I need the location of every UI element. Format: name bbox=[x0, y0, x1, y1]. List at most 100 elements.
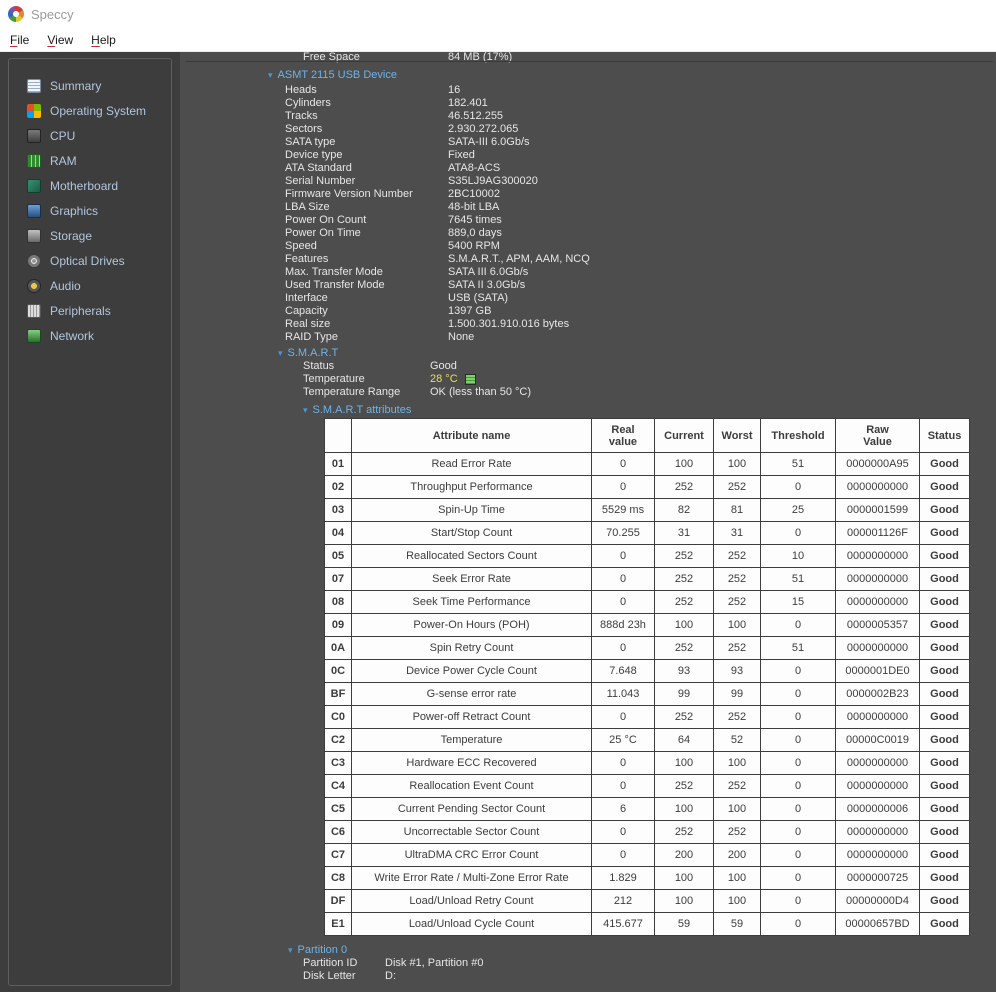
sidebar-item-storage[interactable]: Storage bbox=[9, 223, 171, 248]
cell-threshold: 51 bbox=[760, 452, 836, 476]
sidebar-item-optical-drives[interactable]: Optical Drives bbox=[9, 248, 171, 273]
cell-raw: 0000000000 bbox=[835, 636, 920, 660]
cell-threshold: 0 bbox=[760, 843, 836, 867]
cell-threshold: 0 bbox=[760, 475, 836, 499]
cell-threshold: 0 bbox=[760, 705, 836, 729]
menu-view[interactable]: View bbox=[38, 33, 82, 47]
scroll-cut-line bbox=[186, 61, 993, 62]
smart-table-header-row: Attribute name Real value Current Worst … bbox=[324, 418, 970, 453]
cell-threshold: 51 bbox=[760, 636, 836, 660]
info-row-temperature: Temperature 28 °C bbox=[303, 373, 996, 386]
smart-attribute-row-BF: BF G-sense error rate 11.043 99 99 0 0000002B2… bbox=[324, 682, 970, 706]
info-row-speed: Speed 5400 RPM bbox=[285, 240, 996, 253]
sidebar-item-network[interactable]: Network bbox=[9, 323, 171, 348]
cell-current: 100 bbox=[654, 452, 714, 476]
menu-help[interactable]: Help bbox=[82, 33, 125, 47]
cell-name: Power-off Retract Count bbox=[351, 705, 592, 729]
info-value: SATA II 3.0Gb/s bbox=[448, 279, 526, 291]
cell-real: 0 bbox=[591, 544, 655, 568]
cell-current: 100 bbox=[654, 613, 714, 637]
info-value: 2.930.272.065 bbox=[448, 123, 519, 135]
sidebar-item-audio[interactable]: Audio bbox=[9, 273, 171, 298]
cell-status: Good bbox=[919, 751, 970, 775]
info-row-disk-letter: Disk Letter D: bbox=[303, 970, 996, 983]
smart-attribute-row-C5: C5 Current Pending Sector Count 6 100 100 0 00… bbox=[324, 797, 970, 821]
cell-status: Good bbox=[919, 452, 970, 476]
info-row-device-type: Device type Fixed bbox=[285, 149, 996, 162]
cell-real: 0 bbox=[591, 590, 655, 614]
cell-current: 252 bbox=[654, 774, 714, 798]
info-value: Fixed bbox=[448, 149, 475, 161]
info-row-power-on-time: Power On Time 889,0 days bbox=[285, 227, 996, 240]
info-label: Temperature Range bbox=[303, 386, 401, 398]
main-area: Summary Operating System CPU RAM Motherboard… bbox=[0, 52, 996, 992]
info-label: Power On Count bbox=[285, 214, 367, 226]
cell-current: 100 bbox=[654, 889, 714, 913]
cell-id: 05 bbox=[324, 544, 352, 568]
cell-id: C3 bbox=[324, 751, 352, 775]
section-device-header[interactable]: ▾ ASMT 2115 USB Device bbox=[268, 68, 996, 82]
smart-attribute-row-DF: DF Load/Unload Retry Count 212 100 100 0 00000… bbox=[324, 889, 970, 913]
content-area[interactable]: Free Space 84 MB (17%) ▾ ASMT 2115 USB D… bbox=[180, 52, 996, 992]
cell-raw: 0000000000 bbox=[835, 590, 920, 614]
section-smart-header[interactable]: ▾ S.M.A.R.T bbox=[278, 346, 996, 360]
sidebar-item-graphics[interactable]: Graphics bbox=[9, 198, 171, 223]
sidebar-item-summary[interactable]: Summary bbox=[9, 73, 171, 98]
info-row-sectors: Sectors 2.930.272.065 bbox=[285, 123, 996, 136]
sidebar-item-label: Operating System bbox=[50, 103, 147, 118]
cell-current: 100 bbox=[654, 797, 714, 821]
info-row-sata-type: SATA type SATA-III 6.0Gb/s bbox=[285, 136, 996, 149]
cell-threshold: 0 bbox=[760, 820, 836, 844]
speccy-window: Speccy File View Help Summary Operating Sys… bbox=[0, 0, 996, 992]
app-title: Speccy bbox=[31, 6, 74, 22]
cell-current: 252 bbox=[654, 705, 714, 729]
cell-current: 31 bbox=[654, 521, 714, 545]
info-label: Cylinders bbox=[285, 97, 331, 109]
sidebar-list: Summary Operating System CPU RAM Motherboard… bbox=[8, 58, 172, 986]
cell-real: 0 bbox=[591, 820, 655, 844]
info-row-power-on-count: Power On Count 7645 times bbox=[285, 214, 996, 227]
sidebar-item-motherboard[interactable]: Motherboard bbox=[9, 173, 171, 198]
cell-real: 7.648 bbox=[591, 659, 655, 683]
sidebar-item-operating-system[interactable]: Operating System bbox=[9, 98, 171, 123]
cell-name: Device Power Cycle Count bbox=[351, 659, 592, 683]
sidebar-item-label: Motherboard bbox=[50, 178, 119, 193]
header-raw-value: Raw Value bbox=[835, 418, 920, 453]
cell-threshold: 0 bbox=[760, 797, 836, 821]
sidebar-item-ram[interactable]: RAM bbox=[9, 148, 171, 173]
section-partition-header[interactable]: ▾ Partition 0 bbox=[288, 943, 996, 957]
info-row-ata-standard: ATA Standard ATA8-ACS bbox=[285, 162, 996, 175]
cell-status: Good bbox=[919, 544, 970, 568]
cell-worst: 252 bbox=[713, 705, 761, 729]
cell-id: 01 bbox=[324, 452, 352, 476]
cell-status: Good bbox=[919, 590, 970, 614]
info-row-cylinders: Cylinders 182.401 bbox=[285, 97, 996, 110]
cell-threshold: 0 bbox=[760, 659, 836, 683]
sidebar-item-label: Network bbox=[50, 328, 95, 343]
cell-worst: 100 bbox=[713, 613, 761, 637]
smart-attribute-row-C2: C2 Temperature 25 °C 64 52 0 00000C0019 Good bbox=[324, 728, 970, 752]
cell-worst: 93 bbox=[713, 659, 761, 683]
cell-real: 0 bbox=[591, 705, 655, 729]
cell-id: 02 bbox=[324, 475, 352, 499]
info-row-tracks: Tracks 46.512.255 bbox=[285, 110, 996, 123]
info-label: Used Transfer Mode bbox=[285, 279, 385, 291]
smart-table-body: 01 Read Error Rate 0 100 100 51 0000000A95 Good… bbox=[324, 452, 970, 936]
cell-current: 252 bbox=[654, 567, 714, 591]
cell-real: 0 bbox=[591, 567, 655, 591]
sidebar-item-peripherals[interactable]: Peripherals bbox=[9, 298, 171, 323]
info-label: Sectors bbox=[285, 123, 323, 135]
menu-file[interactable]: File bbox=[1, 33, 38, 47]
cell-current: 252 bbox=[654, 544, 714, 568]
cell-status: Good bbox=[919, 475, 970, 499]
collapse-arrow-icon: ▾ bbox=[303, 405, 308, 415]
sidebar-item-cpu[interactable]: CPU bbox=[9, 123, 171, 148]
cell-name: Spin Retry Count bbox=[351, 636, 592, 660]
cell-current: 252 bbox=[654, 475, 714, 499]
cell-raw: 0000000000 bbox=[835, 843, 920, 867]
header-current: Current bbox=[654, 418, 714, 453]
menu-accelerator: H bbox=[91, 32, 100, 47]
info-label: Temperature bbox=[303, 373, 365, 385]
motherboard-icon bbox=[27, 178, 41, 193]
section-smart-attributes-header[interactable]: ▾ S.M.A.R.T attributes bbox=[303, 403, 996, 417]
